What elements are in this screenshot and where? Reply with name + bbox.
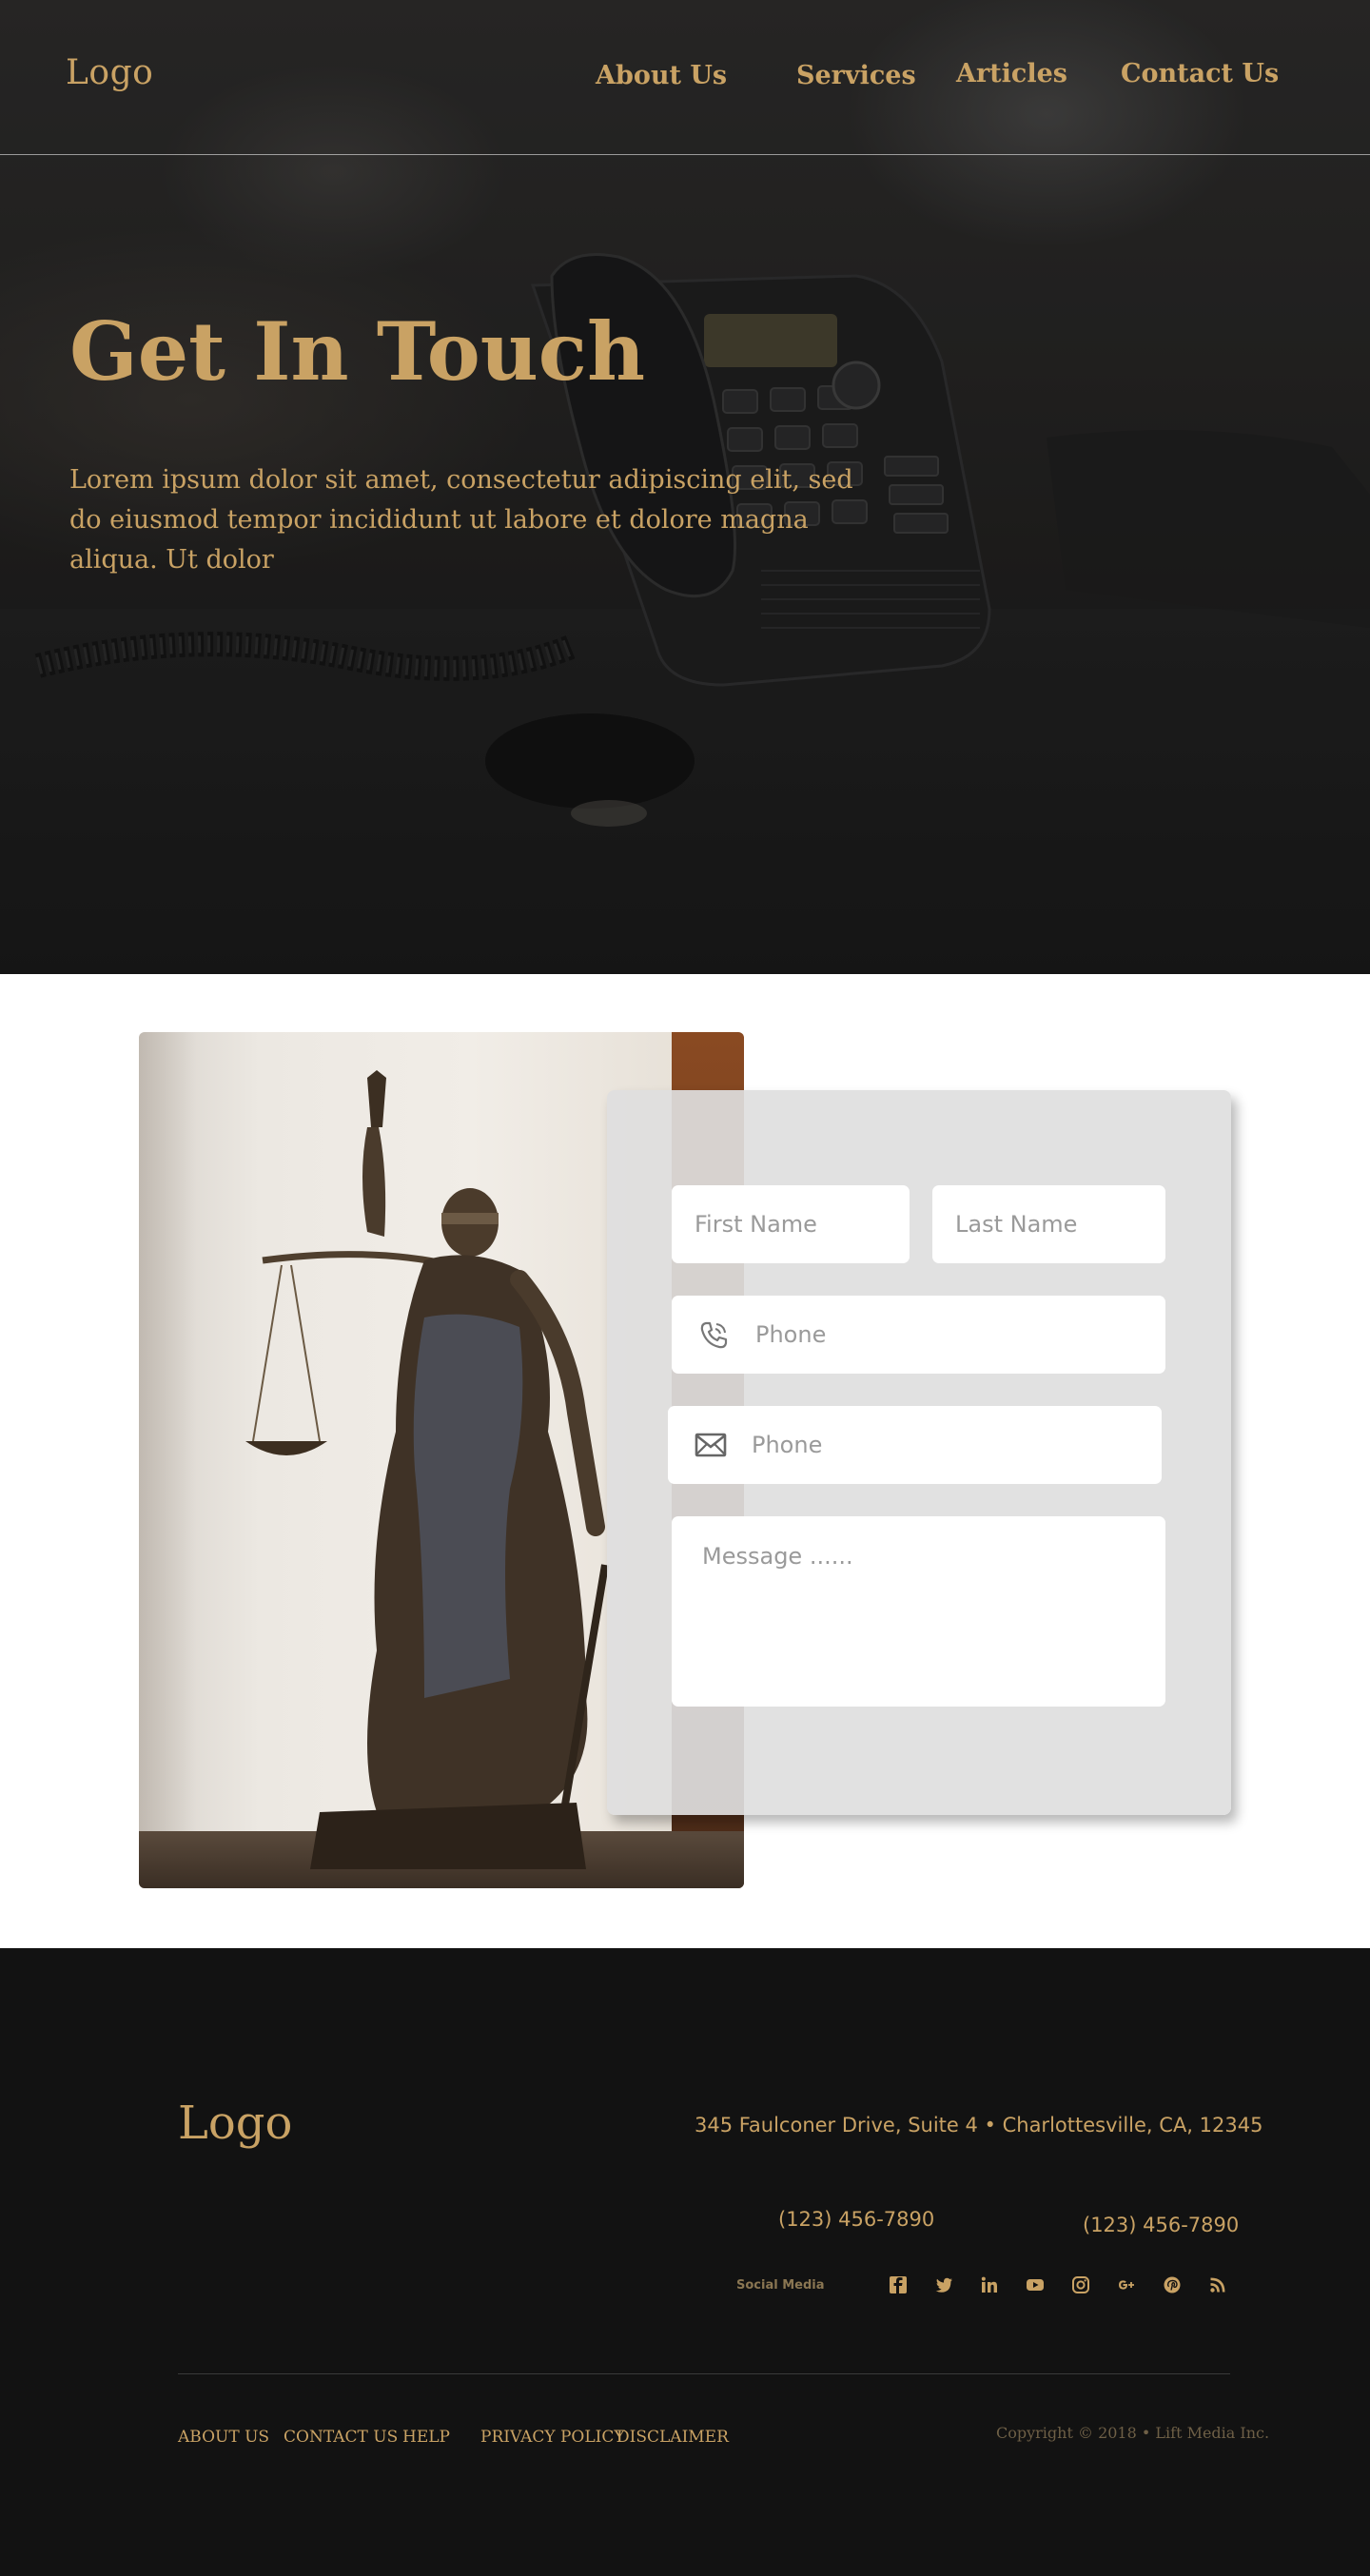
instagram-icon[interactable] (1071, 2275, 1090, 2294)
envelope-icon (695, 1433, 727, 1462)
pinterest-icon[interactable] (1163, 2275, 1182, 2294)
footer (0, 1948, 1370, 2576)
email-input[interactable] (668, 1406, 1162, 1484)
footer-link-disclaimer[interactable]: DISCLAIMER (616, 2428, 729, 2447)
nav-about-us[interactable]: About Us (596, 61, 727, 90)
message-textarea[interactable] (672, 1516, 1165, 1707)
phone-field-wrapper (672, 1296, 1165, 1374)
footer-divider (178, 2373, 1230, 2374)
nav-contact-us[interactable]: Contact Us (1121, 59, 1279, 88)
phone-icon (698, 1320, 729, 1356)
top-navigation: Logo About Us Services Articles Contact … (0, 0, 1370, 155)
rss-icon[interactable] (1208, 2275, 1227, 2294)
linkedin-icon[interactable] (980, 2275, 999, 2294)
contact-form (607, 1090, 1231, 1815)
social-media-label: Social Media (736, 2278, 825, 2293)
footer-logo[interactable]: Logo (178, 2097, 292, 2150)
header-logo[interactable]: Logo (66, 53, 153, 92)
facebook-icon[interactable] (889, 2275, 908, 2294)
footer-phone-1[interactable]: (123) 456-7890 (778, 2208, 934, 2231)
youtube-icon[interactable] (1026, 2275, 1045, 2294)
footer-phone-2[interactable]: (123) 456-7890 (1083, 2214, 1239, 2236)
footer-address: 345 Faulconer Drive, Suite 4 • Charlotte… (695, 2114, 1263, 2137)
google-plus-icon[interactable] (1117, 2275, 1136, 2294)
copyright-text: Copyright © 2018 • Lift Media Inc. (996, 2424, 1270, 2442)
last-name-input[interactable] (932, 1185, 1165, 1263)
nav-services[interactable]: Services (796, 61, 916, 90)
first-name-input[interactable] (672, 1185, 910, 1263)
nav-articles[interactable]: Articles (956, 59, 1067, 88)
phone-input[interactable] (672, 1296, 1165, 1374)
footer-link-about-us[interactable]: ABOUT US (178, 2428, 269, 2447)
email-field-wrapper (668, 1406, 1162, 1484)
footer-link-contact-us[interactable]: CONTACT US (284, 2428, 398, 2447)
footer-link-help[interactable]: HELP (402, 2428, 450, 2447)
hero-title: Get In Touch (69, 304, 646, 399)
hero-description: Lorem ipsum dolor sit amet, consectetur … (69, 465, 853, 575)
twitter-icon[interactable] (934, 2275, 953, 2294)
footer-link-privacy-policy[interactable]: PRIVACY POLICY (480, 2428, 625, 2447)
